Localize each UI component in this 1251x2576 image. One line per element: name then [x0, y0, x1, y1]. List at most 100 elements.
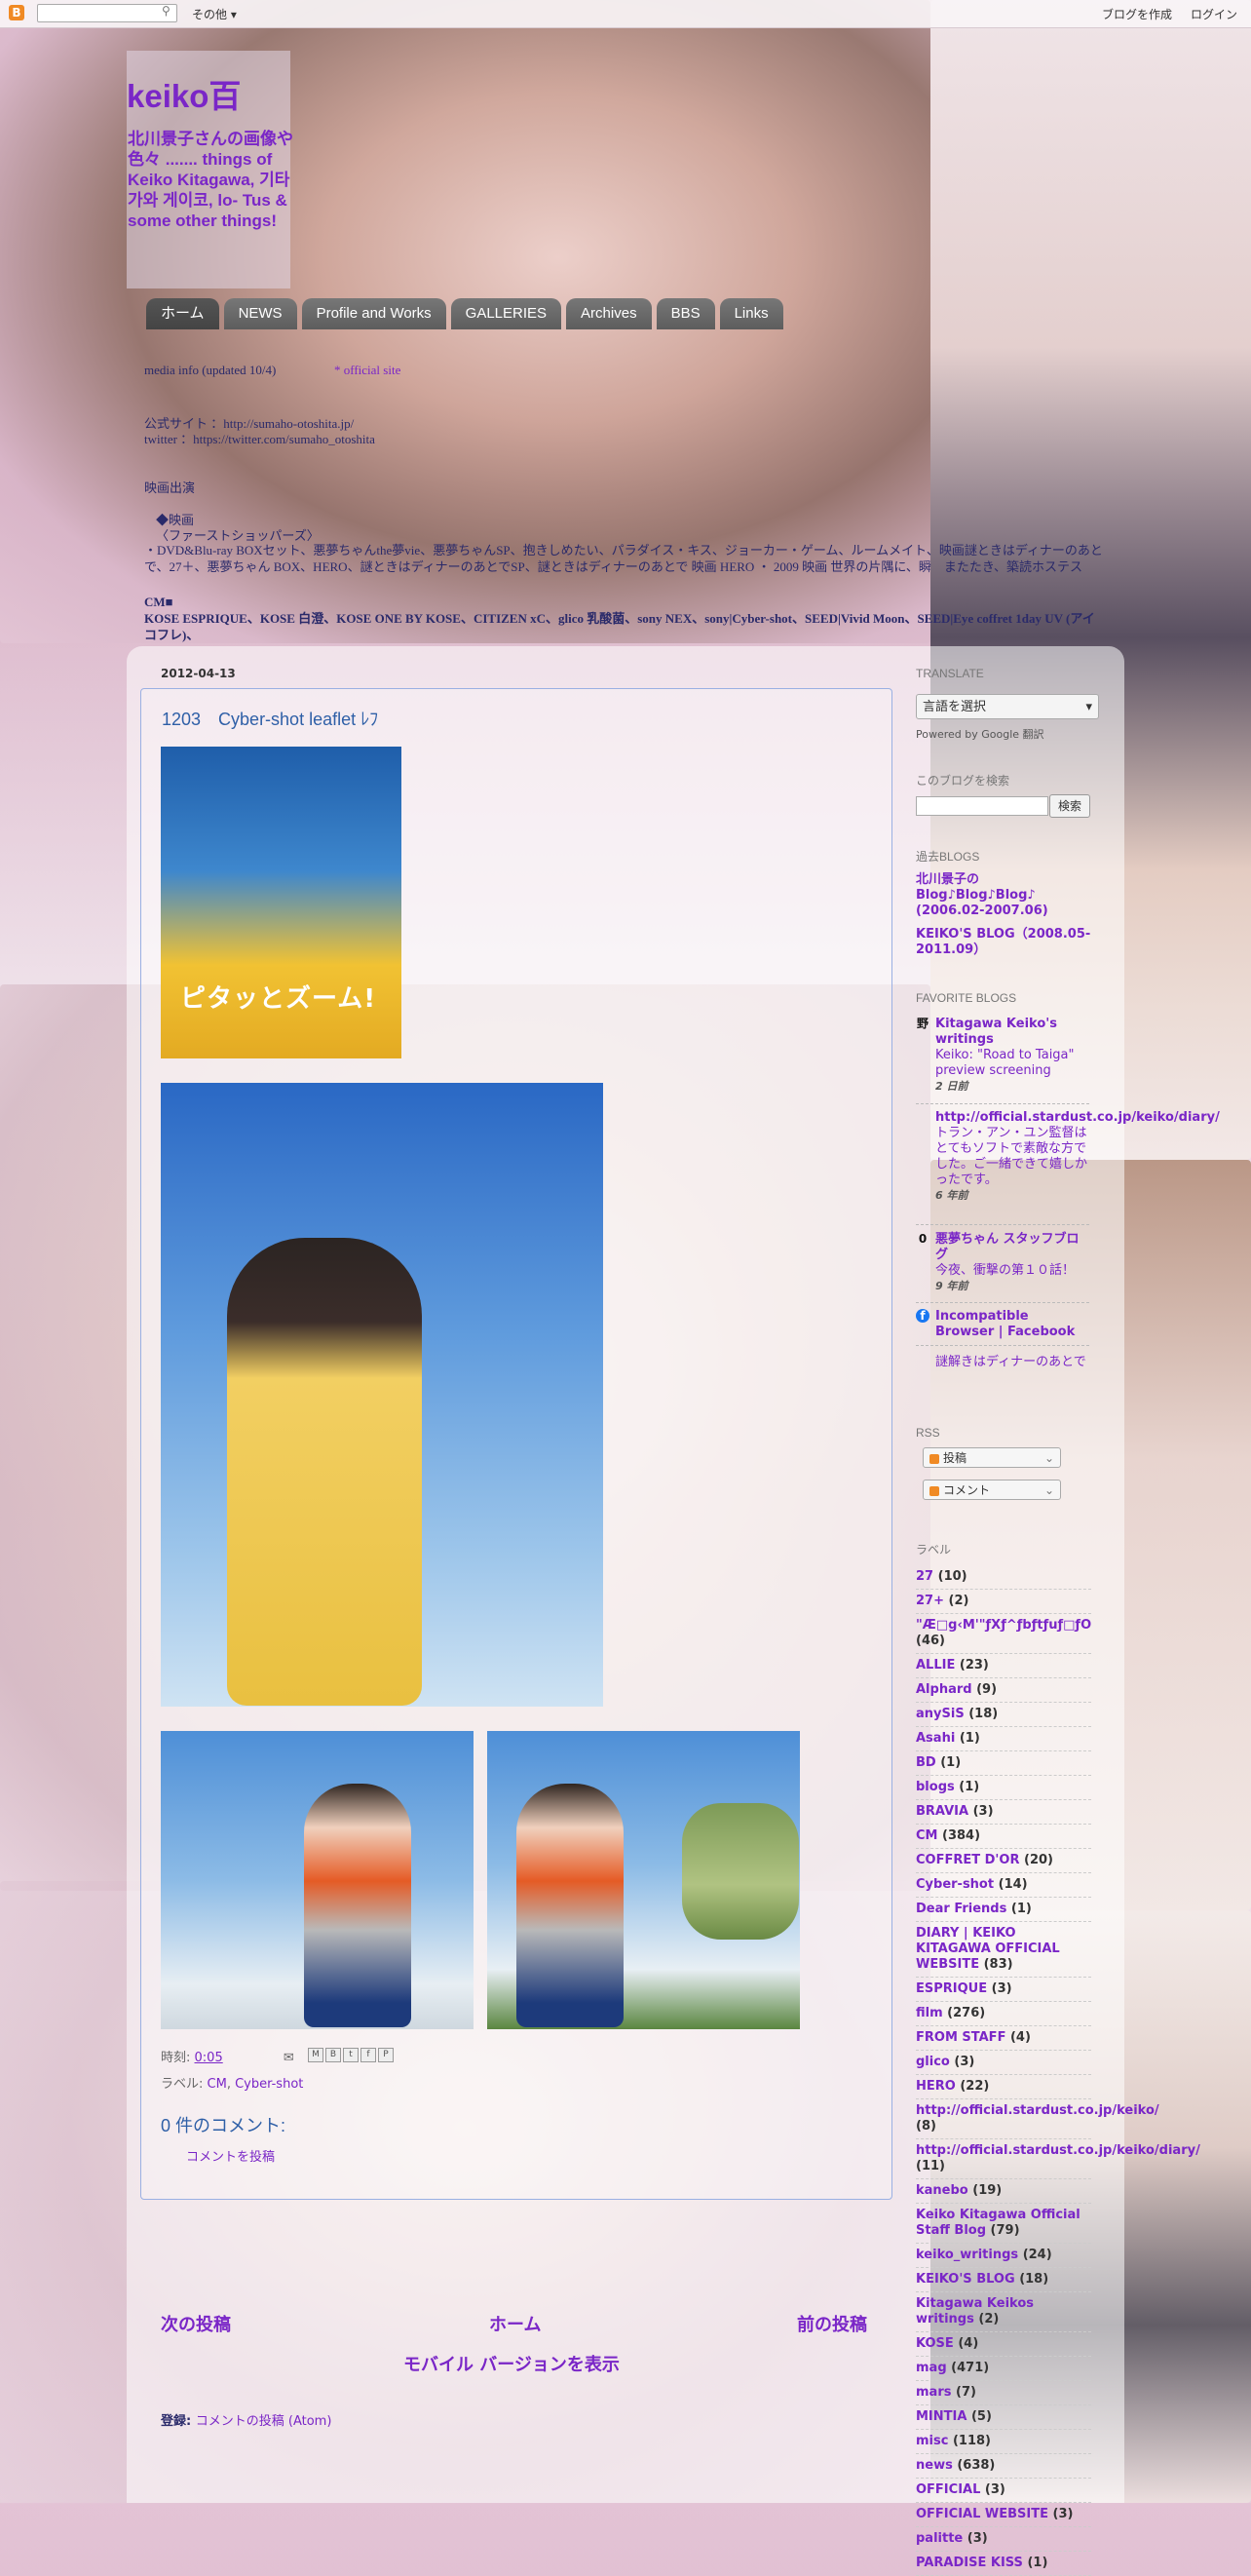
label-link[interactable]: news — [916, 2458, 953, 2473]
label-link[interactable]: PARADISE KISS — [916, 2556, 1023, 2570]
newer-post-link[interactable]: 次の投稿 — [161, 2311, 231, 2336]
tab-news[interactable]: NEWS — [223, 298, 297, 329]
favorite-blog-title[interactable]: Incompatible Browser | Facebook — [935, 1309, 1091, 1340]
facebook-icon[interactable]: f — [360, 2048, 376, 2062]
post-title[interactable]: 1203 Cyber-shot leaflet ﾚﾌ — [162, 706, 378, 731]
image-caption: ピタッとズーム! — [180, 984, 377, 1014]
label-count: (1) — [959, 1780, 980, 1794]
home-link[interactable]: ホーム — [489, 2311, 541, 2336]
official-site-link[interactable]: * official site — [334, 363, 400, 378]
label-link[interactable]: CM — [916, 1828, 937, 1843]
language-select[interactable]: 言語を選択 ▾ — [916, 694, 1099, 719]
label-link[interactable]: KEIKO'S BLOG — [916, 2272, 1015, 2287]
label-link[interactable]: BD — [916, 1755, 936, 1770]
label-link[interactable]: "Æ□g‹M'"ƒXƒ^ƒbƒtƒuƒ□ƒO — [916, 1618, 1091, 1633]
label-link[interactable]: blogs — [916, 1780, 955, 1794]
label-count: (1) — [1027, 2556, 1048, 2570]
label-link[interactable]: glico — [916, 2055, 950, 2069]
media-info-link[interactable]: media info (updated 10/4) — [144, 363, 276, 378]
label-link[interactable]: COFFRET D'OR — [916, 1853, 1019, 1867]
favorite-blog-title[interactable]: 謎解きはディナーのあとで — [935, 1355, 1091, 1370]
label-item: misc (118) — [916, 2430, 1091, 2454]
label-link[interactable]: film — [916, 2006, 943, 2020]
blogthis-icon[interactable]: B — [325, 2048, 341, 2062]
label-link[interactable]: kanebo — [916, 2183, 968, 2198]
label-link[interactable]: BRAVIA — [916, 1804, 968, 1819]
older-post-link[interactable]: 前の投稿 — [797, 2311, 867, 2336]
favorite-blog-post[interactable]: トラン・アン・ユン監督はとてもソフトで素敵な方でした。ご一緒できて嬉しかったです… — [935, 1126, 1091, 1188]
label-count: (118) — [952, 2434, 992, 2448]
post-comment-link[interactable]: コメントを投稿 — [186, 2146, 275, 2165]
tab-archives[interactable]: Archives — [566, 298, 652, 329]
cm-list: KOSE ESPRIQUE、KOSE 白澄、KOSE ONE BY KOSE、C… — [144, 611, 1095, 642]
label-link[interactable]: Asahi — [916, 1731, 955, 1746]
label-item: mars (7) — [916, 2381, 1091, 2405]
blogger-logo-icon[interactable]: B — [9, 5, 24, 20]
favorite-blog-title[interactable]: Kitagawa Keiko's writings — [935, 1017, 1091, 1048]
atom-feed-link[interactable]: コメントの投稿 (Atom) — [196, 2414, 332, 2429]
label-link[interactable]: Cyber-shot — [916, 1877, 994, 1892]
label-link[interactable]: KOSE — [916, 2336, 954, 2351]
label-link[interactable]: 27+ — [916, 1594, 944, 1608]
search-icon[interactable]: ⚲ — [162, 4, 171, 18]
label-link[interactable]: ALLIE — [916, 1658, 955, 1672]
favorite-blog-title[interactable]: 悪夢ちゃん スタッフブログ — [935, 1232, 1091, 1263]
label-link[interactable]: HERO — [916, 2079, 956, 2094]
twitter-url[interactable]: twitter ：https://twitter.com/sumaho_otos… — [144, 429, 375, 447]
label-link[interactable]: OFFICIAL WEBSITE — [916, 2507, 1048, 2521]
label-link[interactable]: MINTIA — [916, 2409, 967, 2424]
label-link[interactable]: misc — [916, 2434, 948, 2448]
label-link[interactable]: Alphard — [916, 1682, 972, 1697]
search-button[interactable]: 検索 — [1049, 794, 1090, 818]
label-item: ALLIE (23) — [916, 1654, 1091, 1678]
navbar-search-input[interactable] — [37, 4, 177, 22]
create-blog-link[interactable]: ブログを作成 — [1102, 6, 1172, 22]
label-link[interactable]: palitte — [916, 2531, 963, 2546]
past-blog-link[interactable]: KEIKO'S BLOG（2008.05-2011.09） — [916, 927, 1091, 958]
label-link[interactable]: Kitagawa Keikos writings — [916, 2296, 1034, 2326]
label-link[interactable]: mars — [916, 2385, 951, 2400]
label-link[interactable]: http://official.stardust.co.jp/keiko/dia… — [916, 2143, 1200, 2158]
tab-bbs[interactable]: BBS — [656, 298, 715, 329]
label-link[interactable]: anySiS — [916, 1707, 965, 1721]
login-link[interactable]: ログイン — [1191, 6, 1237, 22]
label-link[interactable]: keiko_writings — [916, 2248, 1018, 2262]
blog-search-input[interactable] — [916, 796, 1048, 816]
mobile-version-link[interactable]: モバイル バージョンを表示 — [403, 2351, 620, 2376]
pinterest-icon[interactable]: P — [378, 2048, 394, 2062]
image-figure — [227, 1238, 422, 1706]
favorite-blog-post[interactable]: Keiko: "Road to Taiga" preview screening — [935, 1048, 1091, 1079]
past-blog-link[interactable]: 北川景子の Blog♪Blog♪Blog♪ (2006.02-2007.06) — [916, 872, 1091, 919]
label-count: (46) — [916, 1634, 945, 1648]
label-link[interactable]: OFFICIAL — [916, 2482, 980, 2497]
label-link[interactable]: 27 — [916, 1569, 933, 1584]
label-link[interactable]: FROM STAFF — [916, 2030, 1005, 2045]
tab-galleries[interactable]: GALLERIES — [450, 298, 562, 329]
label-link[interactable]: Dear Friends — [916, 1902, 1006, 1916]
page-tabs: ホーム NEWS Profile and Works GALLERIES Arc… — [146, 298, 783, 329]
rss-comments-dropdown[interactable]: コメント ⌄ — [923, 1480, 1061, 1500]
rss-posts-dropdown[interactable]: 投稿 ⌄ — [923, 1447, 1061, 1468]
translate-powered-by[interactable]: Powered by Google 翻訳 — [916, 726, 1044, 742]
blog-title[interactable]: keiko百 — [127, 70, 241, 117]
navbar-more-menu[interactable]: その他 ▾ — [192, 6, 237, 22]
favorite-blog-title[interactable]: http://official.stardust.co.jp/keiko/dia… — [935, 1110, 1220, 1126]
label-link[interactable]: CM — [208, 2077, 227, 2092]
label-link[interactable]: ESPRIQUE — [916, 1981, 987, 1996]
label-link[interactable]: Cyber-shot — [235, 2077, 303, 2092]
label-item: BD (1) — [916, 1751, 1091, 1776]
tab-links[interactable]: Links — [719, 298, 783, 329]
twitter-icon[interactable]: t — [343, 2048, 359, 2062]
label-count: (4) — [1009, 2030, 1031, 2045]
email-post-icon[interactable]: ✉ — [284, 2051, 294, 2065]
label-link[interactable]: http://official.stardust.co.jp/keiko/ — [916, 2103, 1159, 2118]
label-link[interactable]: mag — [916, 2361, 947, 2375]
tab-home[interactable]: ホーム — [146, 298, 219, 329]
favorite-blog-post[interactable]: 今夜、衝撃の第１０話！ — [935, 1263, 1091, 1279]
blogger-navbar: B ⚲ その他 ▾ ブログを作成 ログイン — [0, 0, 1251, 28]
email-icon[interactable]: M — [308, 2048, 323, 2062]
label-item: Kitagawa Keikos writings (2) — [916, 2292, 1091, 2332]
label-count: (471) — [951, 2361, 990, 2375]
post-time-link[interactable]: 0:05 — [195, 2051, 223, 2065]
tab-profile[interactable]: Profile and Works — [301, 298, 446, 329]
